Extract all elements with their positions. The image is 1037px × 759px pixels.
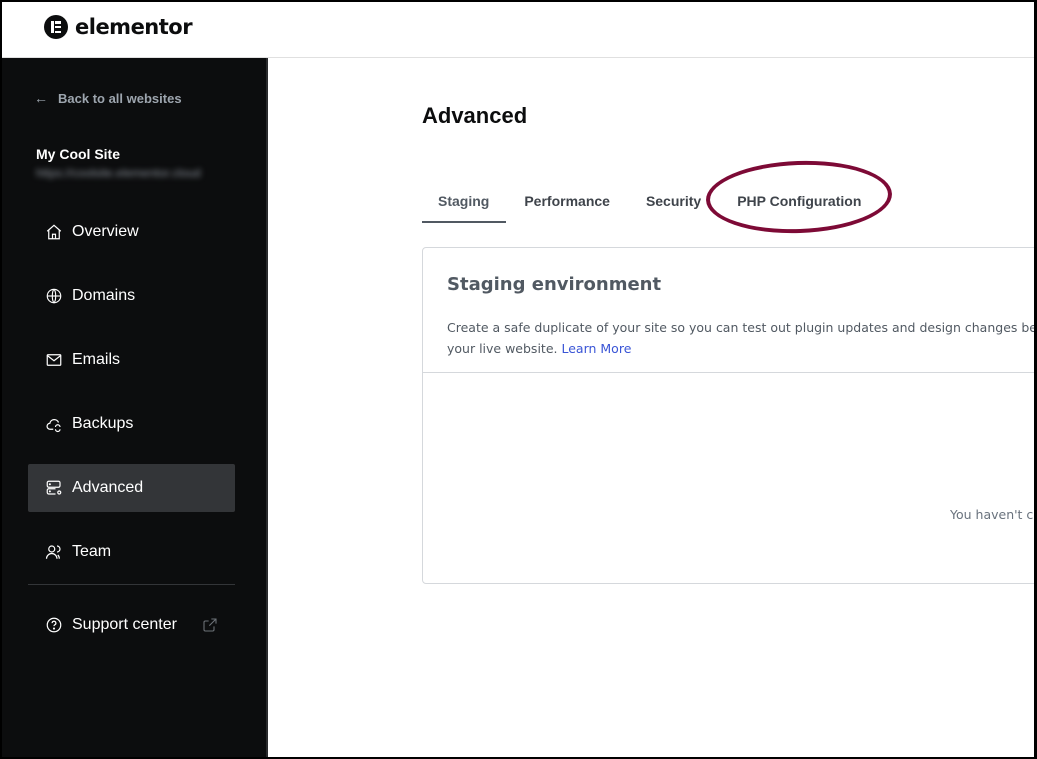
sidebar-item-support-center[interactable]: Support center (28, 601, 235, 649)
sidebar-item-domains[interactable]: Domains (28, 272, 235, 320)
external-link-icon (203, 618, 217, 632)
card-description: Create a safe duplicate of your site so … (447, 317, 1034, 359)
sidebar-item-advanced[interactable]: Advanced (28, 464, 235, 512)
card-title: Staging environment (447, 274, 662, 295)
empty-state-text: You haven't cr (950, 507, 1034, 522)
sidebar-divider (28, 584, 235, 585)
learn-more-link[interactable]: Learn More (561, 341, 631, 356)
elementor-logo-icon (44, 15, 68, 39)
sidebar-item-backups[interactable]: Backups (28, 400, 235, 448)
top-bar: elementor (2, 2, 1034, 58)
card-description-line-2: your live website. Learn More (447, 338, 1034, 359)
site-url[interactable]: https://coolsite.elementor.cloud (36, 166, 201, 180)
home-icon (46, 224, 62, 240)
brand-name: elementor (75, 15, 193, 39)
sidebar-item-team[interactable]: Team (28, 528, 235, 576)
tab-performance[interactable]: Performance (506, 179, 628, 223)
server-gear-icon (46, 480, 62, 495)
back-link-label: Back to all websites (58, 90, 182, 106)
site-name: My Cool Site (36, 146, 121, 162)
card-description-text: your live website. (447, 341, 558, 356)
card-divider (423, 372, 1034, 373)
staging-environment-card: Staging environment Create a safe duplic… (422, 247, 1034, 584)
users-icon (45, 545, 61, 559)
tab-staging[interactable]: Staging (422, 179, 507, 223)
sidebar-item-overview[interactable]: Overview (28, 208, 235, 256)
sidebar: ← Back to all websites My Cool Site http… (2, 58, 268, 757)
app-window: elementor ← Back to all websites My Cool… (2, 2, 1034, 757)
main-content: Advanced Staging Performance Security PH… (270, 59, 1034, 757)
tab-php-configuration[interactable]: PHP Configuration (719, 179, 879, 223)
sidebar-item-label: Backups (72, 415, 134, 432)
sidebar-item-label: Support center (72, 616, 177, 633)
sidebar-item-label: Overview (72, 223, 139, 240)
card-description-line-1: Create a safe duplicate of your site so … (447, 320, 1034, 335)
tab-bar: Staging Performance Security PHP Configu… (422, 179, 879, 223)
sidebar-item-emails[interactable]: Emails (28, 336, 235, 384)
arrow-left-icon: ← (34, 90, 48, 106)
tab-security[interactable]: Security (628, 179, 719, 223)
sidebar-item-label: Team (72, 543, 112, 560)
sidebar-item-label: Emails (72, 351, 121, 368)
brand-logo[interactable]: elementor (44, 15, 193, 39)
cloud-sync-icon (46, 419, 61, 433)
back-to-all-websites-link[interactable]: ← Back to all websites (34, 90, 182, 106)
sidebar-item-label: Domains (72, 287, 136, 304)
question-circle-icon (46, 617, 62, 633)
globe-www-icon (46, 288, 62, 304)
sidebar-item-label: Advanced (72, 479, 144, 496)
page-title: Advanced (422, 103, 528, 128)
sidebar-nav: Overview Domains Emails Backups Advanced… (28, 208, 235, 665)
envelope-icon (46, 354, 62, 366)
